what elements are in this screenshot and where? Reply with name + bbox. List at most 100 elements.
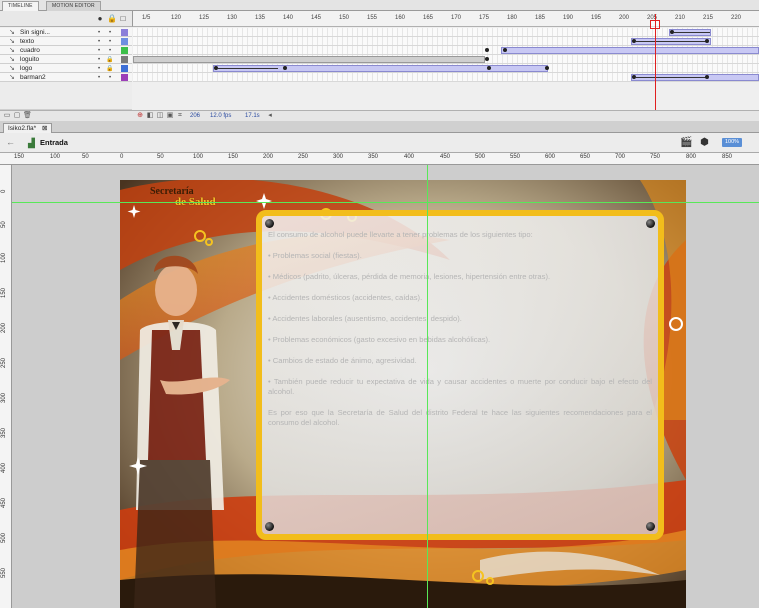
frame-number: 210 bbox=[675, 15, 686, 21]
close-icon[interactable]: ⊠ bbox=[42, 125, 47, 132]
lock-dot[interactable]: • bbox=[106, 75, 114, 81]
info-text: El consumo de alcohol puede llevarte a t… bbox=[268, 230, 652, 439]
edit-multiple-frames-icon[interactable]: ▣ bbox=[166, 112, 174, 120]
bullet-item: • Accidentes laborales (ausentismo, acci… bbox=[268, 314, 462, 323]
tween-span[interactable] bbox=[501, 47, 759, 54]
layer-color-swatch[interactable] bbox=[121, 65, 128, 72]
zoom-select[interactable]: 100% bbox=[722, 138, 742, 147]
static-span[interactable] bbox=[133, 56, 485, 63]
layer-row[interactable]: ↘ logo • 🔒 bbox=[0, 64, 132, 73]
lock-dot[interactable]: 🔒 bbox=[106, 57, 114, 63]
ruler-label: 150 bbox=[228, 154, 239, 160]
bullet-item: • Accidentes domésticos (accidentes, caí… bbox=[268, 293, 423, 302]
scene-label[interactable]: Entrada bbox=[40, 137, 68, 149]
document-tab[interactable]: Isiko2.fla* ⊠ bbox=[3, 123, 53, 133]
horizontal-guide[interactable] bbox=[12, 202, 759, 203]
layer-name[interactable]: loguito bbox=[20, 55, 39, 64]
eye-icon[interactable]: ● bbox=[96, 15, 104, 23]
keyframe[interactable] bbox=[545, 66, 549, 70]
layer-color-swatch[interactable] bbox=[121, 38, 128, 45]
layer-row[interactable]: ↘ cuadro • • bbox=[0, 46, 132, 55]
ruler-label: 50 bbox=[82, 154, 89, 160]
bullet-item: • También puede reducir tu expectativa d… bbox=[268, 377, 652, 396]
visibility-dot[interactable]: • bbox=[95, 75, 103, 81]
ruler-label: 150 bbox=[14, 154, 25, 160]
frame-row[interactable] bbox=[133, 64, 759, 73]
visibility-dot[interactable]: • bbox=[95, 39, 103, 45]
visibility-dot[interactable]: • bbox=[95, 48, 103, 54]
current-frame: 206 bbox=[190, 113, 201, 119]
layer-name[interactable]: Sin signi... bbox=[20, 28, 50, 37]
keyframe[interactable] bbox=[705, 39, 709, 43]
keyframe[interactable] bbox=[705, 75, 709, 79]
ruler-label: 200 bbox=[263, 154, 274, 160]
vertical-ruler[interactable]: 0 50 100 150 200 250 300 350 400 450 500… bbox=[0, 165, 12, 608]
new-layer-icon[interactable]: ▭ bbox=[3, 112, 11, 120]
delete-layer-icon[interactable]: 🗑 bbox=[23, 112, 32, 120]
layer-row[interactable]: ↘ loguito • 🔒 bbox=[0, 55, 132, 64]
layer-row[interactable]: ↘ texto • • bbox=[0, 37, 132, 46]
ruler-label: 350 bbox=[1, 427, 7, 438]
frame-row[interactable] bbox=[133, 46, 759, 55]
elapsed-time: 17.1s bbox=[245, 113, 260, 119]
layer-color-swatch[interactable] bbox=[121, 47, 128, 54]
outline-icon[interactable]: □ bbox=[119, 15, 127, 23]
document-tab-bar: Isiko2.fla* ⊠ bbox=[0, 121, 759, 133]
stage[interactable]: Secretaría de Salud El consumo de alcoho… bbox=[120, 180, 686, 608]
keyframe[interactable] bbox=[503, 48, 507, 52]
keyframe[interactable] bbox=[487, 66, 491, 70]
frame-row[interactable] bbox=[133, 37, 759, 46]
layer-name[interactable]: cuadro bbox=[20, 46, 40, 55]
frame-rate[interactable]: 12.0 fps bbox=[210, 112, 231, 121]
layer-name[interactable]: texto bbox=[20, 37, 34, 46]
lock-dot[interactable]: • bbox=[106, 48, 114, 54]
layer-name[interactable]: barman2 bbox=[20, 73, 46, 82]
keyframe[interactable] bbox=[283, 66, 287, 70]
keyframe[interactable] bbox=[485, 48, 489, 52]
playhead[interactable] bbox=[655, 14, 656, 119]
keyframe[interactable] bbox=[485, 57, 489, 61]
edit-symbol-icon[interactable]: ⬢ bbox=[698, 136, 711, 149]
tab-timeline[interactable]: TIMELINE bbox=[2, 1, 39, 11]
layer-name[interactable]: logo bbox=[20, 64, 32, 73]
vertical-guide[interactable] bbox=[427, 165, 428, 608]
lock-dot[interactable]: • bbox=[106, 39, 114, 45]
back-arrow-icon[interactable]: ← bbox=[6, 137, 15, 147]
layer-color-swatch[interactable] bbox=[121, 29, 128, 36]
visibility-dot[interactable]: • bbox=[95, 57, 103, 63]
ruler-label: 400 bbox=[404, 154, 415, 160]
ruler-label: 550 bbox=[1, 567, 7, 578]
ruler-label: 350 bbox=[368, 154, 379, 160]
tab-motion-editor[interactable]: MOTION EDITOR bbox=[46, 1, 101, 11]
bullet-item: • Problemas social (fiestas). bbox=[268, 251, 362, 260]
ruler-label: 50 bbox=[1, 221, 7, 228]
scroll-left-icon[interactable]: ◂ bbox=[266, 112, 274, 120]
onion-skin-icon[interactable]: ◧ bbox=[146, 112, 154, 120]
info-panel[interactable]: El consumo de alcohol puede llevarte a t… bbox=[256, 210, 664, 540]
visibility-dot[interactable]: • bbox=[95, 30, 103, 36]
frame-row[interactable] bbox=[133, 28, 759, 37]
onion-outline-icon[interactable]: ◫ bbox=[156, 112, 164, 120]
lock-icon[interactable]: 🔒 bbox=[107, 15, 117, 23]
ruler-label: 200 bbox=[1, 322, 7, 333]
frame-number: 155 bbox=[367, 15, 378, 21]
ruler-label: 700 bbox=[615, 154, 626, 160]
edit-scene-icon[interactable]: 🎬 bbox=[680, 136, 693, 149]
frame-ruler[interactable]: 1/5 120 125 130 135 140 145 150 155 160 … bbox=[132, 11, 759, 27]
frame-number: 195 bbox=[591, 15, 602, 21]
center-frame-icon[interactable]: ⊕ bbox=[136, 112, 144, 120]
layer-row[interactable]: ↘ barman2 • • bbox=[0, 73, 132, 82]
layer-row[interactable]: ↘ Sin signi... • • bbox=[0, 28, 132, 37]
frame-row[interactable] bbox=[133, 55, 759, 64]
layer-empty-area bbox=[0, 82, 132, 110]
layer-color-swatch[interactable] bbox=[121, 74, 128, 81]
visibility-dot[interactable]: • bbox=[95, 66, 103, 72]
lock-dot[interactable]: • bbox=[106, 30, 114, 36]
frame-number: 145 bbox=[311, 15, 322, 21]
new-folder-icon[interactable]: ▢ bbox=[13, 112, 21, 120]
modify-markers-icon[interactable]: ⌗ bbox=[176, 112, 184, 120]
horizontal-ruler[interactable]: 150 100 50 0 50 100 150 200 250 300 350 … bbox=[0, 153, 759, 165]
lock-dot[interactable]: 🔒 bbox=[106, 66, 114, 72]
layer-color-swatch[interactable] bbox=[121, 56, 128, 63]
frame-row[interactable] bbox=[133, 73, 759, 82]
